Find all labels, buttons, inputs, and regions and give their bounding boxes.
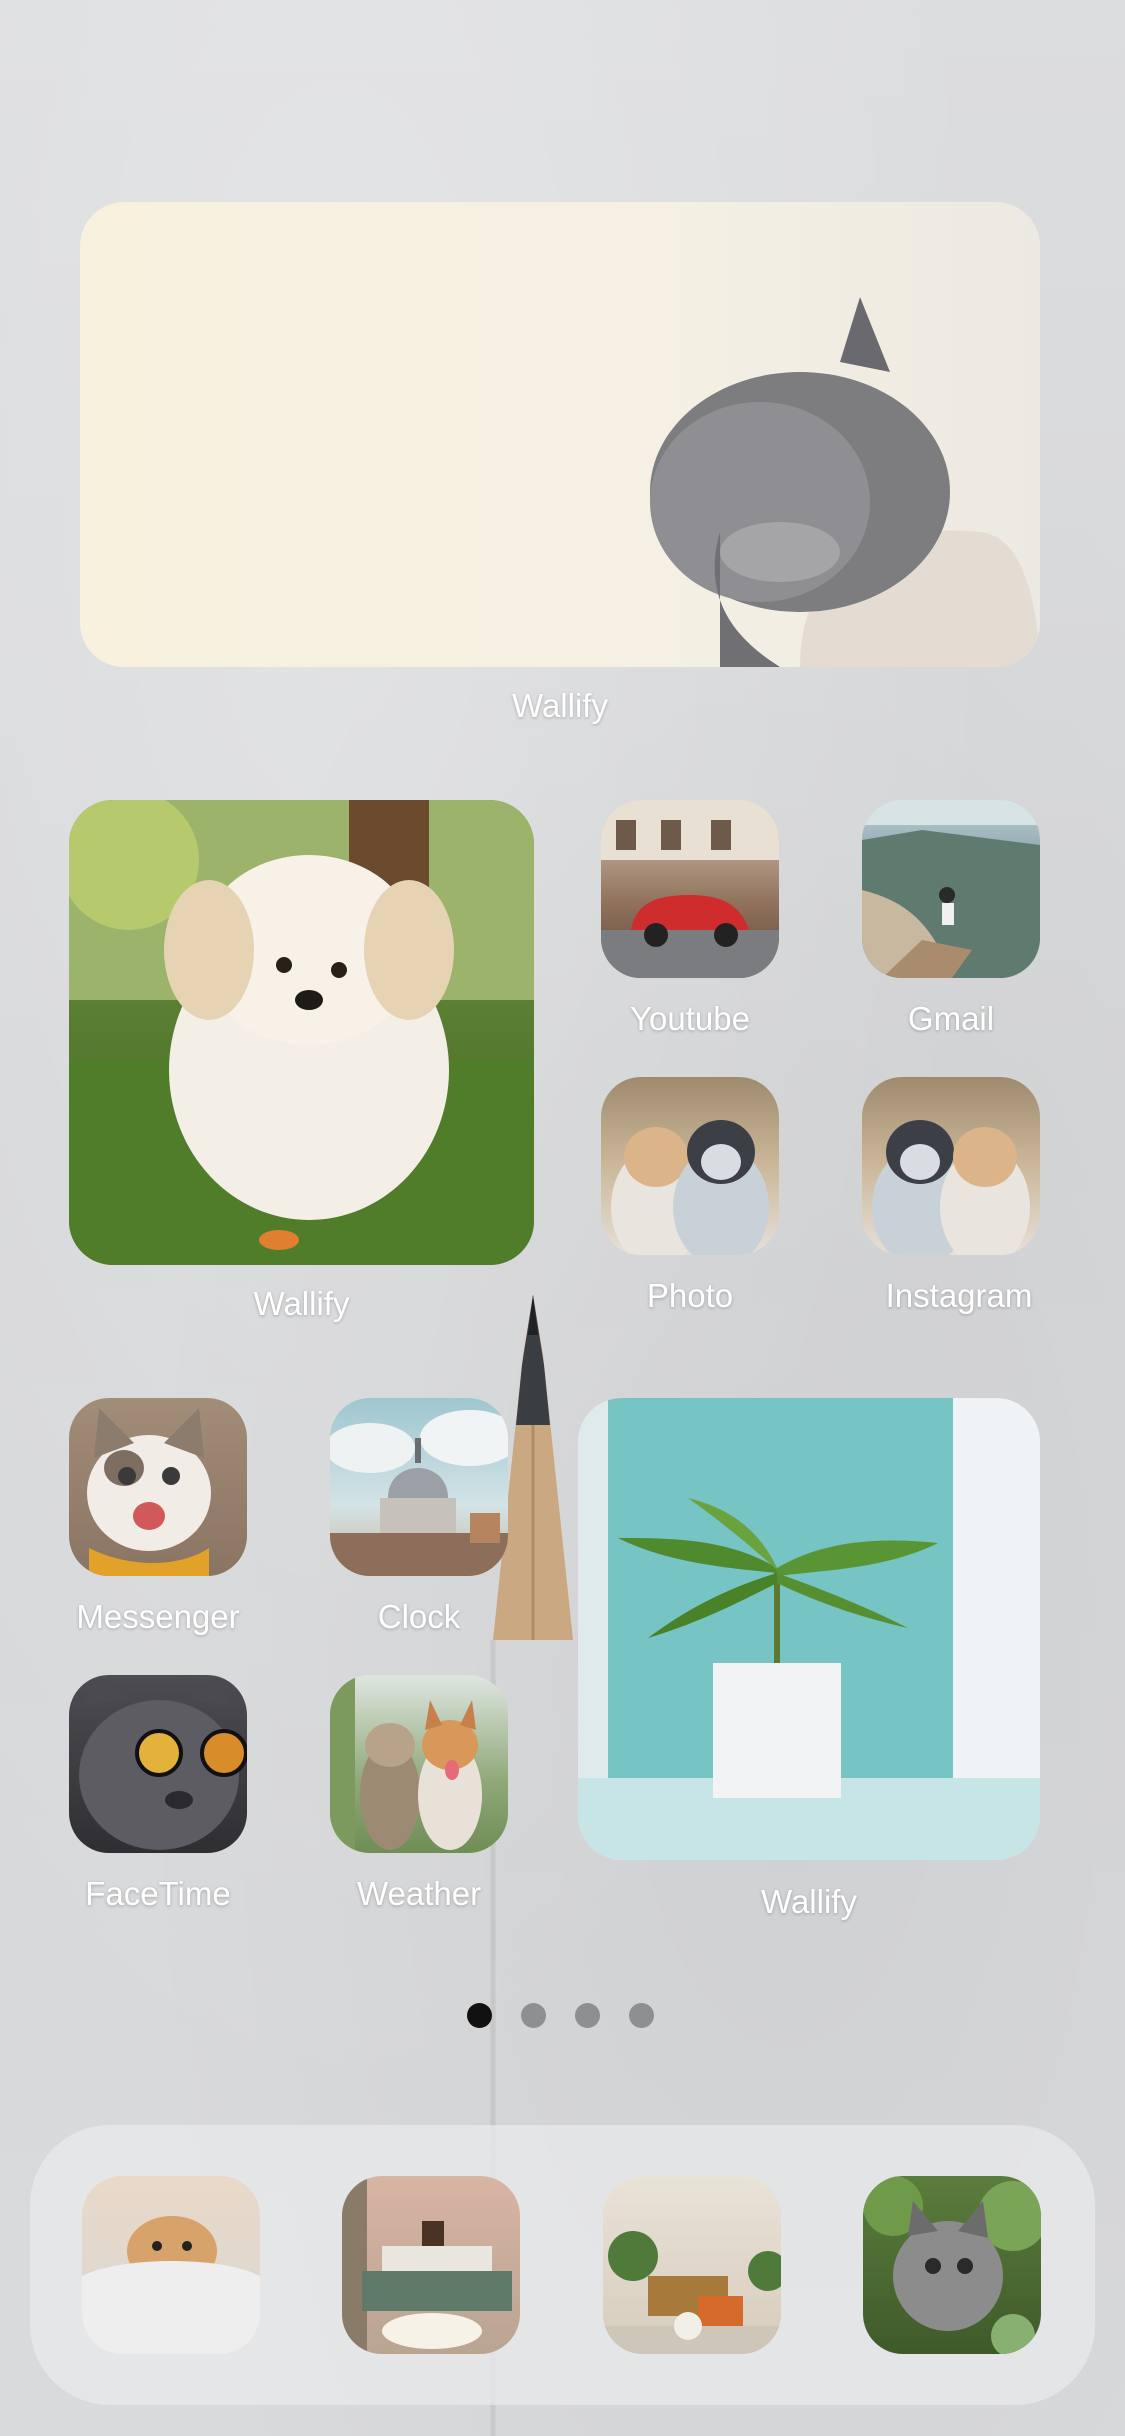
facetime-label: FaceTime	[85, 1875, 231, 1912]
cliff-image	[862, 800, 1040, 978]
dock-app-3[interactable]	[603, 2176, 781, 2354]
photo-app-icon[interactable]	[601, 1077, 779, 1255]
gmail-label: Gmail	[907, 1000, 995, 1037]
tabby-kitten-image	[863, 2176, 1041, 2354]
plant-widget-label: Wallify	[761, 1883, 857, 1920]
two-cats-mirrored-image	[872, 1120, 1030, 1255]
page-dot-2[interactable]	[521, 2003, 546, 2028]
messenger-app-icon[interactable]	[69, 1398, 247, 1576]
instagram-label: Instagram	[885, 1277, 1033, 1314]
clock-app-icon[interactable]	[330, 1398, 508, 1576]
top-wallify-widget[interactable]	[80, 202, 1040, 667]
dock-app-1[interactable]	[82, 2176, 260, 2354]
plant-image	[578, 1398, 1040, 1860]
weather-label: Weather	[356, 1875, 482, 1912]
dock-app-2[interactable]	[342, 2176, 520, 2354]
living-room-image	[603, 2231, 781, 2354]
kitten-image	[650, 297, 1040, 667]
messenger-label: Messenger	[76, 1598, 240, 1635]
puppy-image	[69, 800, 534, 1265]
weather-app-icon[interactable]	[330, 1675, 508, 1853]
domed-building-image	[330, 1410, 508, 1576]
page-dot-3[interactable]	[575, 2003, 600, 2028]
coffee-table-image	[342, 2176, 512, 2354]
puppy-wallify-widget[interactable]	[69, 800, 534, 1265]
youtube-label: Youtube	[630, 1000, 750, 1037]
two-dogs-image	[330, 1675, 482, 1853]
dock-app-4[interactable]	[863, 2176, 1041, 2354]
page-dot-1[interactable]	[467, 2003, 492, 2028]
instagram-app-icon[interactable]	[862, 1077, 1040, 1255]
plant-wallify-widget[interactable]	[578, 1398, 1040, 1860]
clock-label: Clock	[377, 1598, 461, 1635]
happy-cat-image	[87, 1408, 211, 1576]
photo-label: Photo	[646, 1277, 734, 1314]
facetime-app-icon[interactable]	[69, 1675, 247, 1853]
youtube-app-icon[interactable]	[601, 800, 779, 978]
gmail-app-icon[interactable]	[862, 800, 1040, 978]
puppy-blanket-image	[82, 2216, 260, 2354]
top-widget-label: Wallify	[512, 687, 608, 724]
puppy-widget-label: Wallify	[253, 1285, 350, 1322]
cat-sunglasses-image	[79, 1675, 247, 1850]
two-cats-image	[611, 1120, 769, 1255]
red-car-image	[601, 800, 779, 978]
page-dot-4[interactable]	[629, 2003, 654, 2028]
